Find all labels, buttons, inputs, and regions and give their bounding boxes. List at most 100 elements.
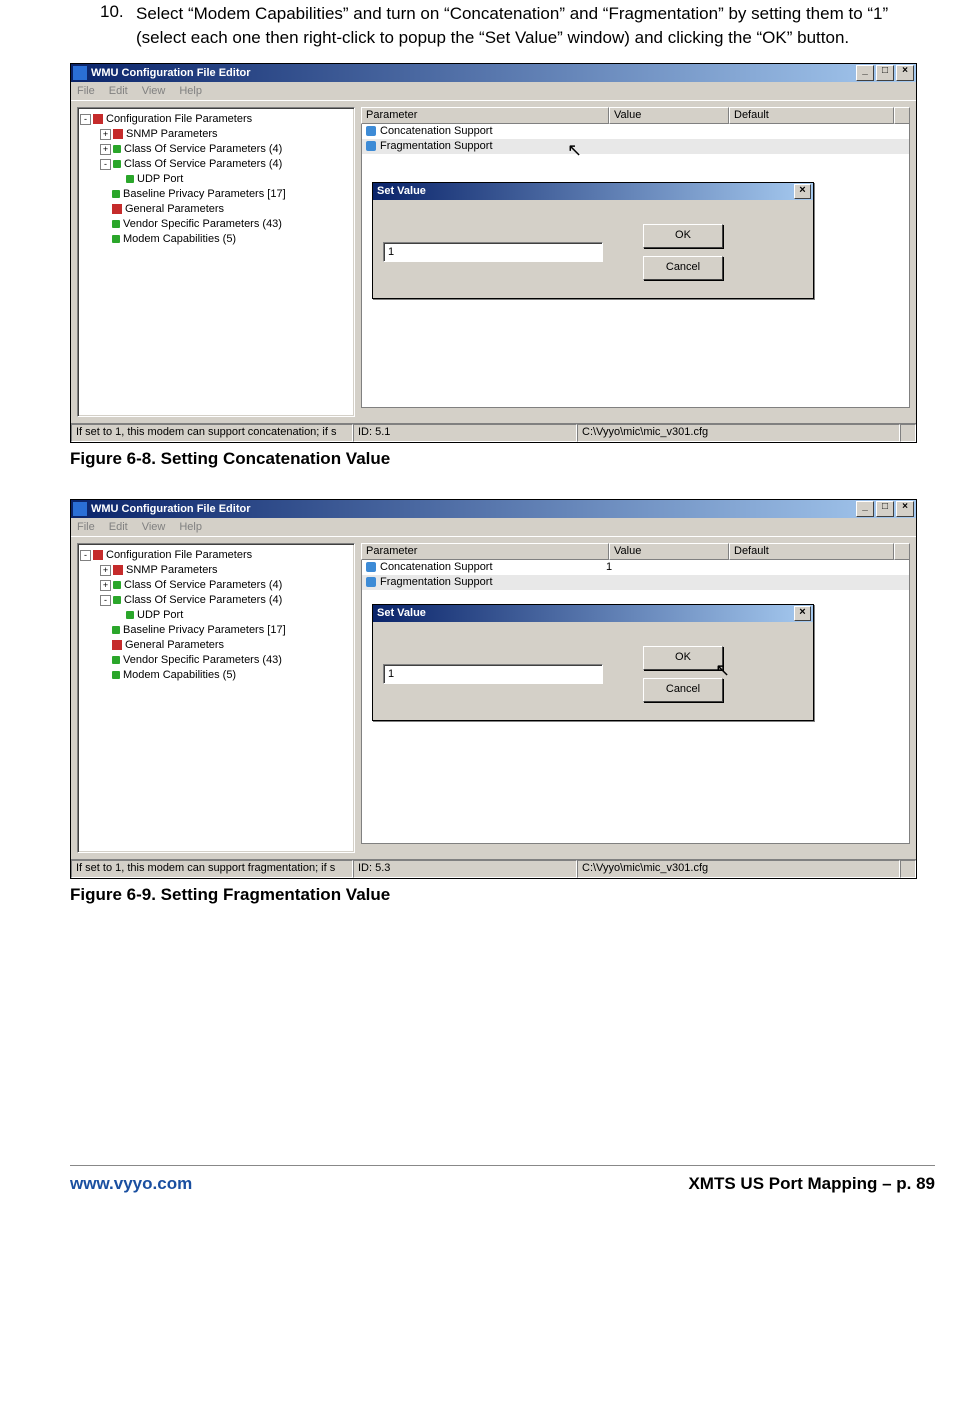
tree-root[interactable]: Configuration File Parameters: [106, 113, 252, 125]
tree-item[interactable]: Modem Capabilities (5): [123, 233, 236, 245]
dialog-title: Set Value: [377, 607, 426, 619]
maximize-button[interactable]: □: [876, 501, 894, 517]
status-bar: If set to 1, this modem can support frag…: [71, 859, 916, 878]
list-row[interactable]: Fragmentation Support: [362, 139, 909, 154]
title-bar[interactable]: WMU Configuration File Editor _ □ ×: [71, 500, 916, 518]
resize-grip[interactable]: [900, 424, 916, 442]
tree-item[interactable]: UDP Port: [137, 173, 183, 185]
dialog-close-button[interactable]: ×: [794, 606, 811, 621]
tree-item[interactable]: SNMP Parameters: [126, 564, 218, 576]
minimize-button[interactable]: _: [856, 65, 874, 81]
tree-item[interactable]: Vendor Specific Parameters (43): [123, 218, 282, 230]
status-bar: If set to 1, this modem can support conc…: [71, 423, 916, 442]
col-default[interactable]: Default: [729, 107, 894, 124]
list-row[interactable]: Fragmentation Support: [362, 575, 909, 590]
tree-item[interactable]: UDP Port: [137, 609, 183, 621]
tree-item[interactable]: Baseline Privacy Parameters [17]: [123, 188, 286, 200]
param-icon: [366, 141, 376, 151]
tree-item[interactable]: SNMP Parameters: [126, 128, 218, 140]
param-name: Fragmentation Support: [380, 140, 606, 152]
tree-item[interactable]: Class Of Service Parameters (4): [124, 579, 282, 591]
dialog-title-bar[interactable]: Set Value ×: [373, 605, 813, 622]
tree-item[interactable]: Vendor Specific Parameters (43): [123, 654, 282, 666]
param-icon: [366, 126, 376, 136]
parameter-list: Parameter Value Default Concatenation Su…: [361, 543, 910, 843]
param-name: Concatenation Support: [380, 125, 606, 137]
list-header: Parameter Value Default: [361, 107, 910, 124]
menu-file[interactable]: File: [77, 85, 95, 97]
parameter-list: Parameter Value Default Concatenation Su…: [361, 107, 910, 407]
figure-caption-69: Figure 6-9. Setting Fragmentation Value: [70, 885, 935, 905]
col-value[interactable]: Value: [609, 543, 729, 560]
col-parameter[interactable]: Parameter: [361, 107, 609, 124]
status-hint: If set to 1, this modem can support conc…: [71, 424, 353, 442]
footer-url[interactable]: www.vyyo.com: [70, 1174, 192, 1194]
status-id: ID: 5.1: [353, 424, 577, 442]
window-title: WMU Configuration File Editor: [91, 67, 854, 79]
menu-bar: File Edit View Help: [71, 518, 916, 537]
app-icon: [73, 502, 87, 516]
menu-edit[interactable]: Edit: [109, 85, 128, 97]
menu-bar: File Edit View Help: [71, 82, 916, 101]
instruction-step: 10. Select “Modem Capabilities” and turn…: [70, 0, 935, 51]
value-input[interactable]: 1: [383, 242, 603, 262]
col-spacer: [894, 543, 910, 560]
set-value-dialog: Set Value × 1 OK Cancel: [372, 182, 814, 299]
tree-item[interactable]: Baseline Privacy Parameters [17]: [123, 624, 286, 636]
tree-item[interactable]: General Parameters: [125, 639, 224, 651]
dialog-close-button[interactable]: ×: [794, 184, 811, 199]
param-icon: [366, 577, 376, 587]
status-path: C:\Vyyo\mic\mic_v301.cfg: [577, 424, 900, 442]
menu-help[interactable]: Help: [179, 85, 202, 97]
tree-item[interactable]: Class Of Service Parameters (4): [124, 594, 282, 606]
param-value: 1: [606, 561, 726, 573]
tree-item[interactable]: General Parameters: [125, 203, 224, 215]
dialog-title: Set Value: [377, 185, 426, 197]
list-row[interactable]: Concatenation Support: [362, 124, 909, 139]
status-hint: If set to 1, this modem can support frag…: [71, 860, 353, 878]
tree-root[interactable]: Configuration File Parameters: [106, 549, 252, 561]
window-title: WMU Configuration File Editor: [91, 503, 854, 515]
figure-caption-68: Figure 6-8. Setting Concatenation Value: [70, 449, 935, 469]
step-body: Select “Modem Capabilities” and turn on …: [136, 2, 935, 51]
ok-button[interactable]: OK: [643, 224, 723, 248]
menu-edit[interactable]: Edit: [109, 521, 128, 533]
config-tree[interactable]: -Configuration File Parameters +SNMP Par…: [77, 543, 355, 853]
list-header: Parameter Value Default: [361, 543, 910, 560]
title-bar[interactable]: WMU Configuration File Editor _ □ ×: [71, 64, 916, 82]
status-id: ID: 5.3: [353, 860, 577, 878]
tree-item[interactable]: Class Of Service Parameters (4): [124, 158, 282, 170]
resize-grip[interactable]: [900, 860, 916, 878]
ok-button[interactable]: OK: [643, 646, 723, 670]
status-path: C:\Vyyo\mic\mic_v301.cfg: [577, 860, 900, 878]
set-value-dialog: Set Value × 1 OK ↖ Cancel: [372, 604, 814, 721]
wmu-editor-window-fig69: WMU Configuration File Editor _ □ × File…: [70, 499, 917, 879]
value-input[interactable]: 1: [383, 664, 603, 684]
menu-help[interactable]: Help: [179, 521, 202, 533]
param-name: Concatenation Support: [380, 561, 606, 573]
cancel-button[interactable]: Cancel: [643, 256, 723, 280]
col-default[interactable]: Default: [729, 543, 894, 560]
menu-view[interactable]: View: [142, 521, 166, 533]
page-footer: www.vyyo.com XMTS US Port Mapping – p. 8…: [70, 1165, 935, 1194]
col-spacer: [894, 107, 910, 124]
col-parameter[interactable]: Parameter: [361, 543, 609, 560]
footer-page-label: XMTS US Port Mapping – p. 89: [688, 1174, 935, 1194]
menu-view[interactable]: View: [142, 85, 166, 97]
cancel-button[interactable]: Cancel: [643, 678, 723, 702]
wmu-editor-window-fig68: WMU Configuration File Editor _ □ × File…: [70, 63, 917, 443]
minimize-button[interactable]: _: [856, 501, 874, 517]
param-name: Fragmentation Support: [380, 576, 606, 588]
menu-file[interactable]: File: [77, 521, 95, 533]
app-icon: [73, 66, 87, 80]
maximize-button[interactable]: □: [876, 65, 894, 81]
col-value[interactable]: Value: [609, 107, 729, 124]
dialog-title-bar[interactable]: Set Value ×: [373, 183, 813, 200]
param-icon: [366, 562, 376, 572]
close-button[interactable]: ×: [896, 65, 914, 81]
tree-item[interactable]: Modem Capabilities (5): [123, 669, 236, 681]
config-tree[interactable]: -Configuration File Parameters +SNMP Par…: [77, 107, 355, 417]
close-button[interactable]: ×: [896, 501, 914, 517]
list-row[interactable]: Concatenation Support 1: [362, 560, 909, 575]
tree-item[interactable]: Class Of Service Parameters (4): [124, 143, 282, 155]
